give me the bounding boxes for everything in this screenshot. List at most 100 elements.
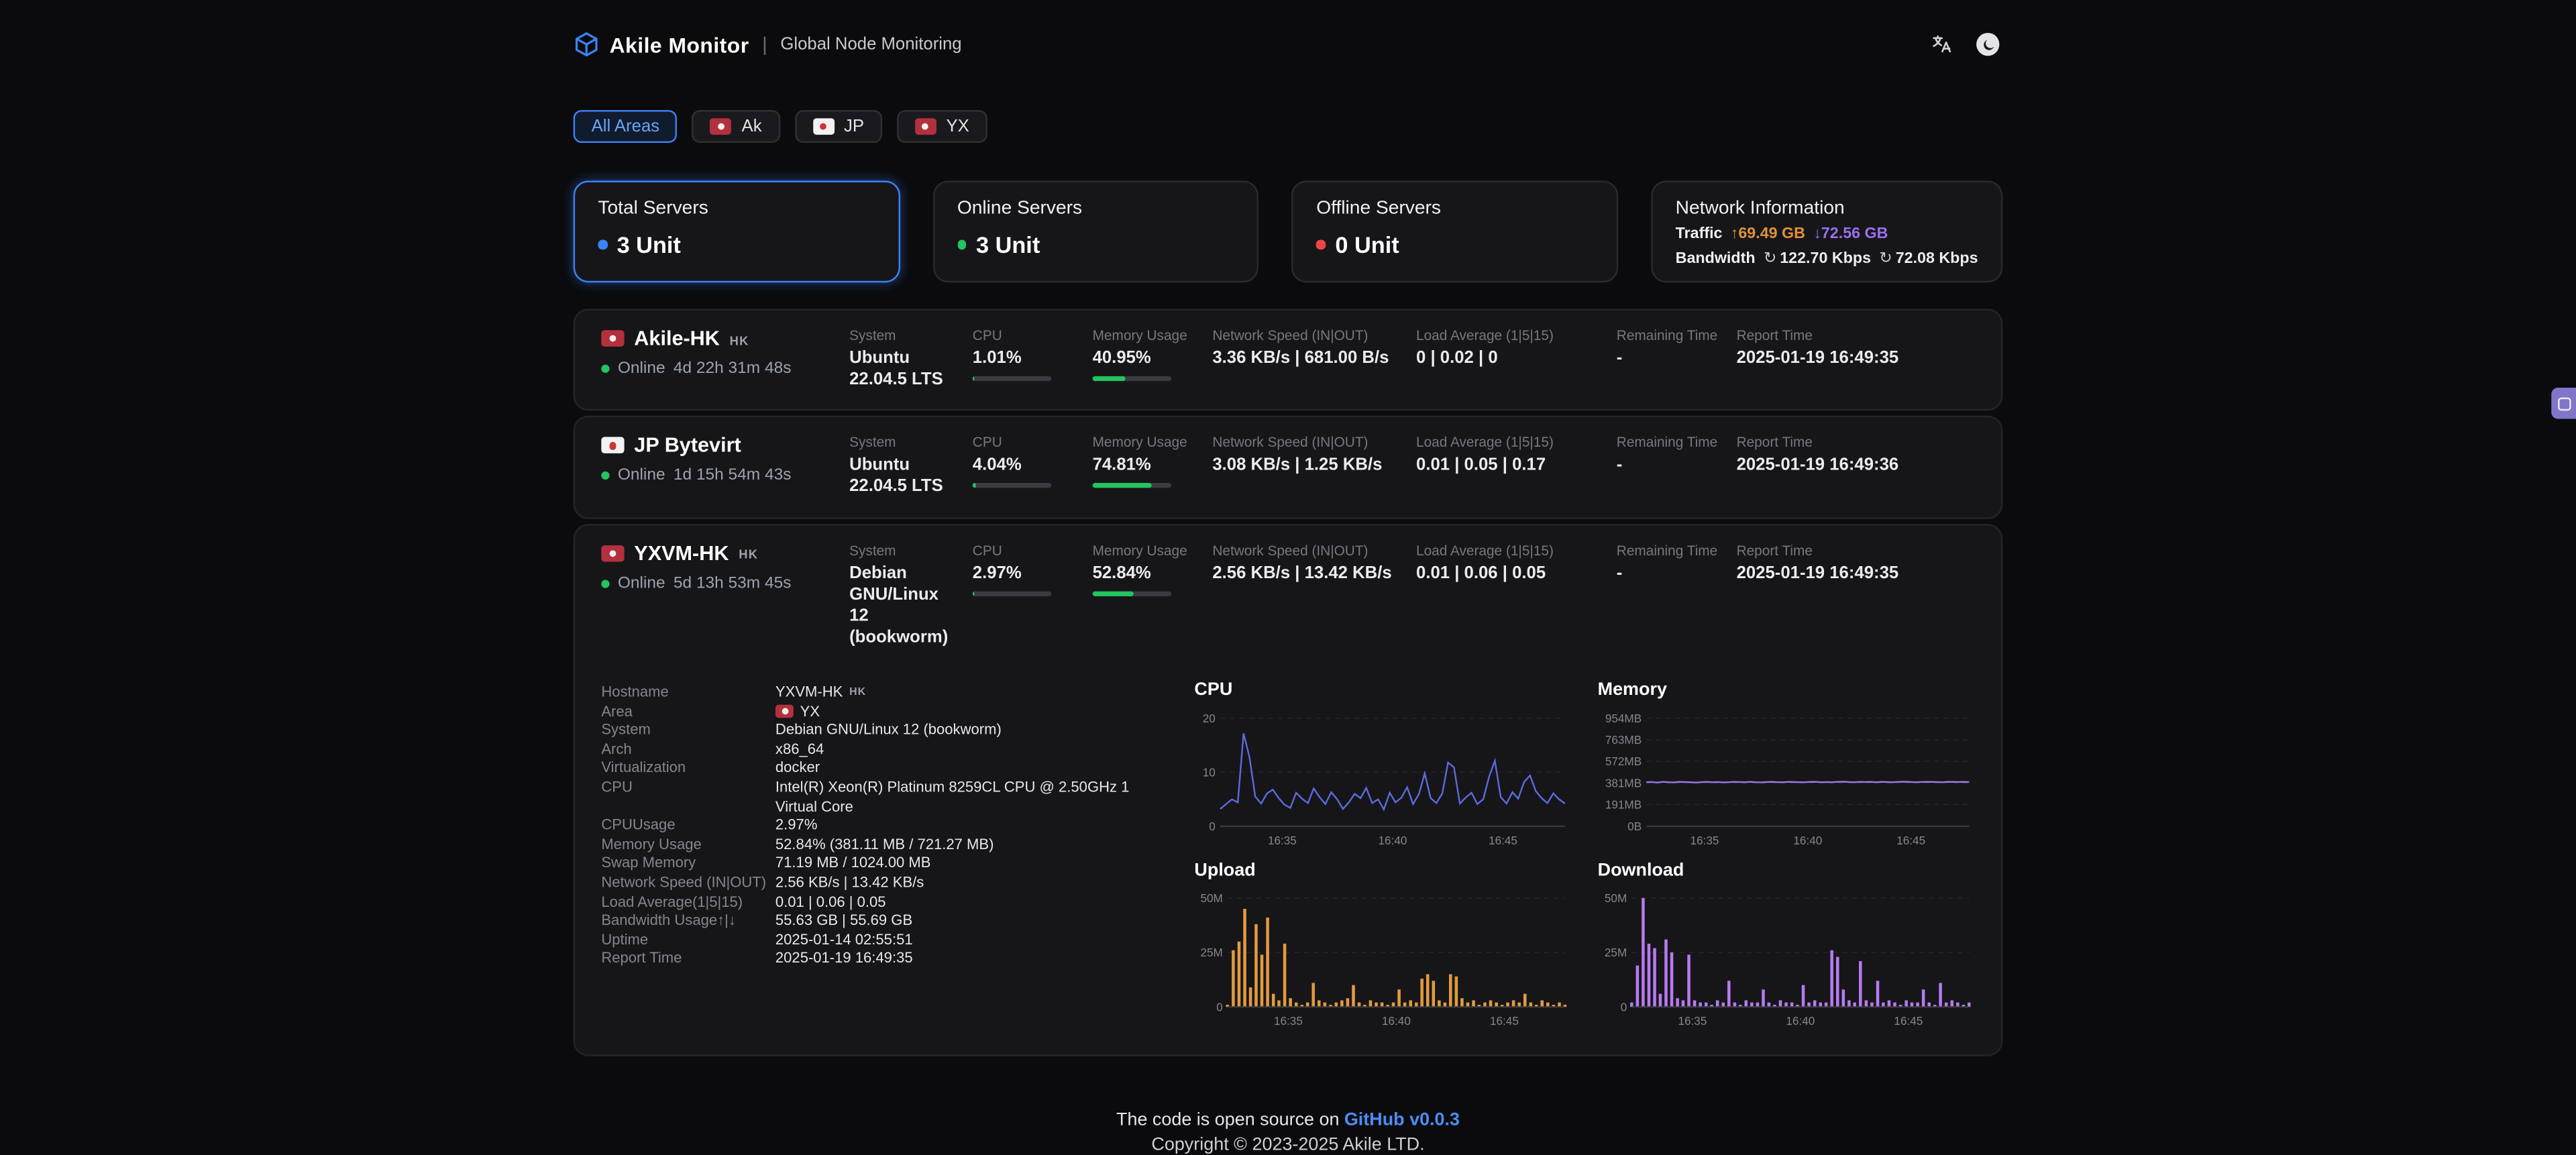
header: Akile Monitor | Global Node Monitoring: [574, 0, 2003, 59]
memory-progress-bar: [1093, 591, 1172, 596]
footer: The code is open source onGitHub v0.0.3 …: [0, 1111, 2576, 1155]
server-identity: YXVM-HK HK Online 5d 13h 53m 45s: [601, 541, 849, 592]
header-actions: [1927, 30, 2003, 59]
col-report: Report Time 2025-01-19 16:49:35: [1737, 327, 1975, 370]
col-cpu: CPU 2.97%: [973, 541, 1093, 596]
col-memory: Memory Usage 74.81%: [1093, 434, 1213, 488]
svg-text:16:40: 16:40: [1379, 834, 1407, 847]
memory-progress-bar: [1093, 484, 1172, 488]
svg-text:10: 10: [1203, 765, 1216, 779]
col-cpu: CPU 1.01%: [973, 327, 1093, 381]
server-name: JP Bytevirt: [634, 434, 741, 457]
col-load: Load Average (1|5|15) 0 | 0.02 | 0: [1416, 327, 1617, 370]
app-title: Akile Monitor: [610, 32, 749, 57]
filter-all-areas[interactable]: All Areas: [574, 110, 678, 143]
svg-text:0B: 0B: [1627, 820, 1641, 833]
region-tag: HK: [849, 683, 866, 702]
brand: Akile Monitor | Global Node Monitoring: [574, 32, 962, 58]
detail-row-cpuusage: CPUUsage2.97%: [601, 817, 1168, 836]
col-network: Network Speed (IN|OUT) 3.08 KB/s | 1.25 …: [1212, 434, 1416, 477]
stat-value: 3 Unit: [617, 231, 681, 258]
cpu-progress-bar: [973, 591, 1052, 596]
blue-dot-icon: [598, 240, 606, 249]
svg-text:16:35: 16:35: [1268, 834, 1297, 847]
github-link[interactable]: GitHub v0.0.3: [1344, 1111, 1460, 1130]
svg-text:16:35: 16:35: [1274, 1014, 1303, 1028]
stat-card-network: Network Information Traffic ↑69.49 GB ↓7…: [1651, 180, 2002, 282]
svg-text:16:45: 16:45: [1896, 834, 1925, 847]
stat-cards: Total Servers 3 Unit Online Servers 3 Un…: [574, 180, 2003, 282]
copyright-text: Copyright © 2023-2025 Akile LTD.: [0, 1135, 2576, 1154]
detail-row-bandwidth-usage: Bandwidth Usage↑|↓55.63 GB | 55.69 GB: [601, 912, 1168, 930]
detail-row-network-speed: Network Speed (IN|OUT)2.56 KB/s | 13.42 …: [601, 874, 1168, 893]
detail-row-swap: Swap Memory71.19 MB / 1024.00 MB: [601, 855, 1168, 873]
detail-row-system: SystemDebian GNU/Linux 12 (bookworm): [601, 722, 1168, 740]
col-remaining: Remaining Time -: [1617, 541, 1737, 584]
traffic-line: Traffic ↑69.49 GB ↓72.56 GB: [1676, 225, 1978, 243]
refresh-icon: ↻: [1764, 250, 1777, 268]
title-separator: |: [762, 33, 767, 56]
svg-text:50M: 50M: [1200, 891, 1222, 905]
col-load: Load Average (1|5|15) 0.01 | 0.05 | 0.17: [1416, 434, 1617, 477]
footer-text: The code is open source on: [1116, 1111, 1339, 1130]
hk-flag-icon: [710, 119, 732, 134]
memory-chart: Memory 0B191MB381MB572MB763MB954MB16:351…: [1598, 680, 1975, 848]
col-network: Network Speed (IN|OUT) 3.36 KB/s | 681.0…: [1212, 327, 1416, 370]
col-cpu: CPU 4.04%: [973, 434, 1093, 488]
bandwidth-out: ↻ 72.08 Kbps: [1879, 250, 1978, 268]
download-chart: Download 025M50M16:3516:4016:45: [1598, 861, 1975, 1028]
status-text: Online: [618, 574, 665, 592]
col-system: System Debian GNU/Linux 12 (bookworm): [849, 541, 973, 649]
hk-flag-icon: [915, 119, 936, 134]
cpu-progress-bar: [973, 484, 1052, 488]
traffic-up-value: ↑69.49 GB: [1731, 225, 1805, 243]
hk-flag-icon: [601, 330, 624, 346]
server-detail-panel: Hostname YXVM-HKHK Area YX SystemDebian …: [575, 667, 2001, 1054]
widget-icon: [2557, 396, 2571, 410]
theme-toggle-button[interactable]: [1973, 30, 2002, 59]
svg-text:763MB: 763MB: [1605, 733, 1641, 747]
detail-charts: CPU 0102016:3516:4016:45 Memory 0B191MB3…: [1194, 677, 1974, 1028]
akile-logo-icon: [574, 32, 600, 58]
bandwidth-line: Bandwidth ↻ 122.70 Kbps ↻ 72.08 Kbps: [1676, 250, 1978, 268]
area-filters: All Areas Ak JP YX: [574, 110, 2003, 143]
stat-label: Total Servers: [598, 199, 875, 218]
col-system: System Ubuntu 22.04.5 LTS: [849, 327, 973, 391]
language-toggle-button[interactable]: [1927, 30, 1957, 59]
jp-flag-icon: [813, 119, 835, 134]
svg-text:16:45: 16:45: [1893, 1014, 1922, 1028]
svg-text:954MB: 954MB: [1605, 712, 1641, 725]
uptime-text: 4d 22h 31m 48s: [674, 360, 792, 378]
hk-flag-icon: [775, 706, 794, 719]
col-report: Report Time 2025-01-19 16:49:35: [1737, 541, 1975, 584]
server-row-jp-bytevirt[interactable]: JP Bytevirt Online 1d 15h 54m 43s System…: [574, 416, 2003, 518]
filter-ak[interactable]: Ak: [692, 110, 780, 143]
server-name: YXVM-HK: [634, 541, 729, 564]
svg-text:20: 20: [1203, 712, 1216, 725]
detail-row-arch: Archx86_64: [601, 740, 1168, 759]
server-row-yxvm-hk[interactable]: YXVM-HK HK Online 5d 13h 53m 45s System …: [574, 523, 2003, 1056]
detail-row-memory-usage: Memory Usage52.84% (381.11 MB / 721.27 M…: [601, 836, 1168, 855]
floating-widget-button[interactable]: [2551, 388, 2576, 419]
svg-text:16:40: 16:40: [1792, 834, 1821, 847]
online-dot-icon: [601, 472, 609, 480]
stat-label: Network Information: [1676, 199, 1978, 218]
svg-text:16:45: 16:45: [1490, 1014, 1519, 1028]
col-memory: Memory Usage 52.84%: [1093, 541, 1213, 596]
cpu-progress-bar: [973, 376, 1052, 381]
server-row-akile-hk[interactable]: Akile-HK HK Online 4d 22h 31m 48s System…: [574, 309, 2003, 410]
svg-text:0: 0: [1209, 820, 1216, 833]
online-dot-icon: [601, 365, 609, 373]
moon-icon: [1976, 33, 1999, 56]
detail-row-load-average: Load Average(1|5|15)0.01 | 0.06 | 0.05: [601, 893, 1168, 912]
detail-row-hostname: Hostname YXVM-HKHK: [601, 683, 1168, 702]
svg-text:16:40: 16:40: [1382, 1014, 1411, 1028]
bandwidth-in: ↻ 122.70 Kbps: [1764, 250, 1871, 268]
red-dot-icon: [1316, 240, 1325, 249]
stat-card-online: Online Servers 3 Unit: [932, 180, 1258, 282]
filter-yx[interactable]: YX: [897, 110, 987, 143]
app-subtitle: Global Node Monitoring: [780, 34, 961, 54]
translate-icon: [1931, 33, 1953, 56]
filter-jp[interactable]: JP: [795, 110, 882, 143]
memory-progress-bar: [1093, 376, 1172, 381]
